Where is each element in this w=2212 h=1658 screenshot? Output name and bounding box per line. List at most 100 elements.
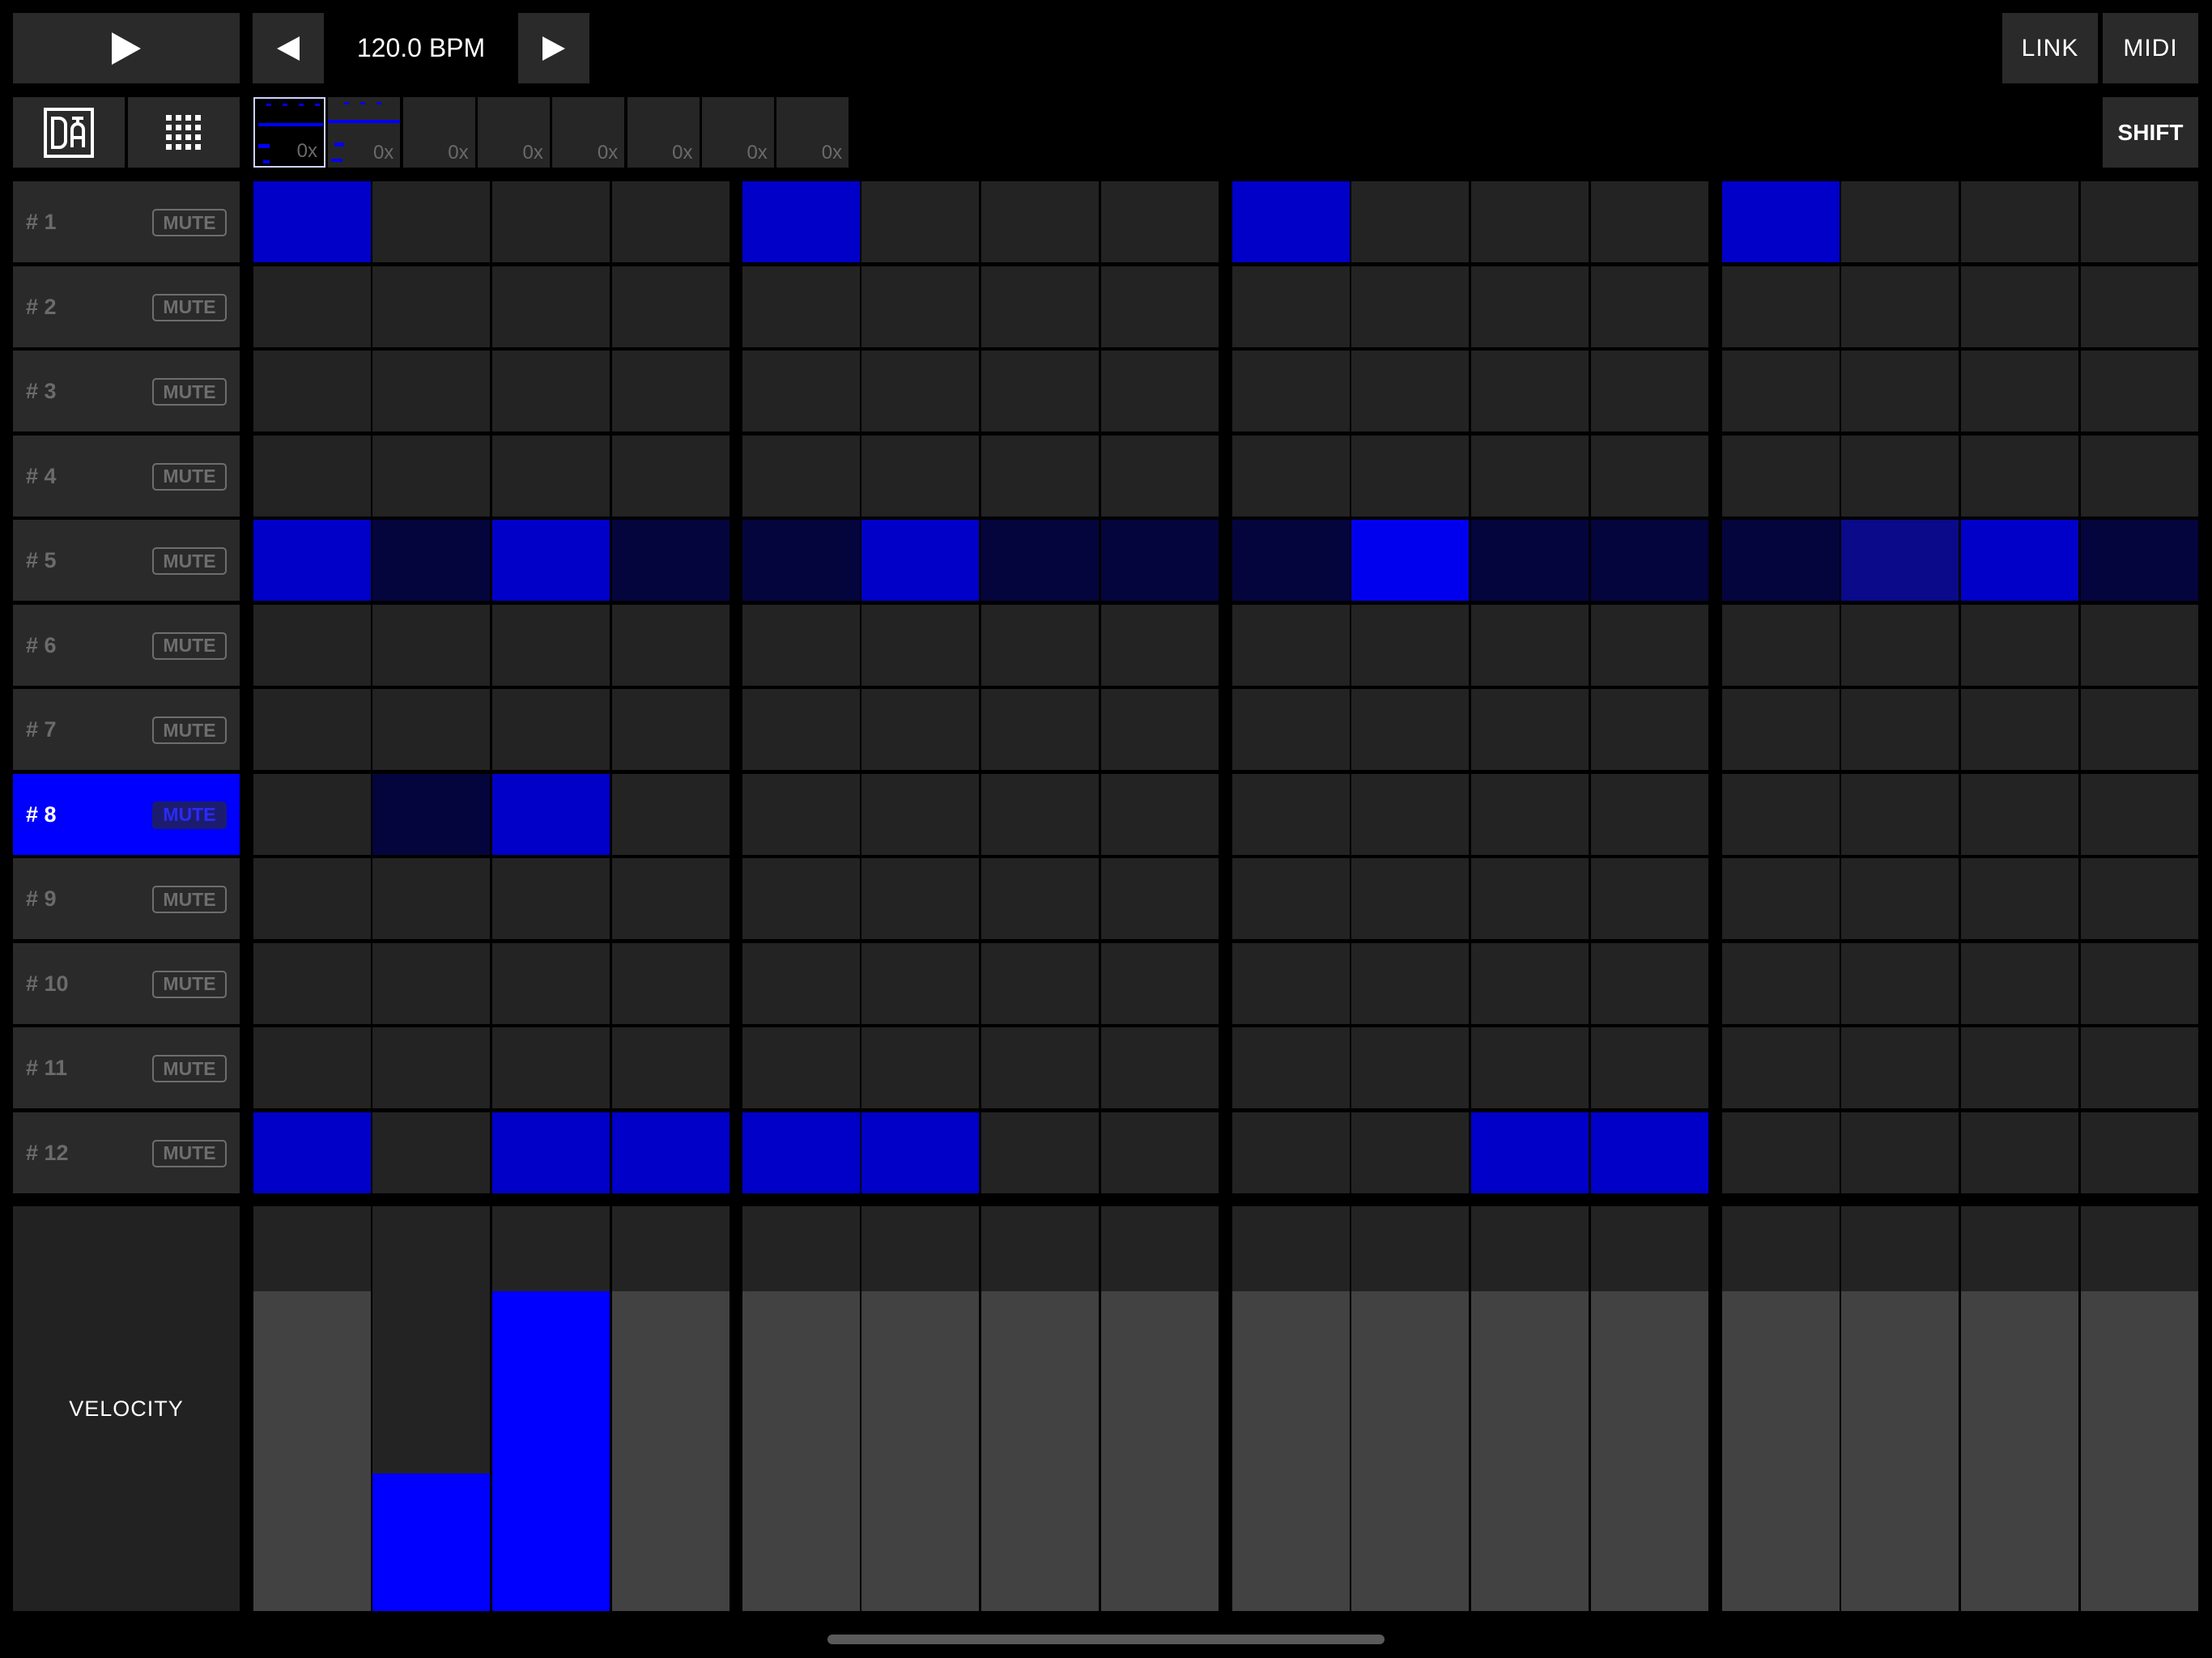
step-cell[interactable] — [1841, 604, 1959, 686]
step-cell[interactable] — [1101, 773, 1219, 855]
step-cell[interactable] — [1101, 1112, 1219, 1193]
step-cell[interactable] — [1961, 520, 2078, 601]
step-cell[interactable] — [2081, 351, 2198, 432]
step-cell[interactable] — [1101, 520, 1219, 601]
step-cell[interactable] — [1351, 435, 1469, 517]
step-cell[interactable] — [981, 1112, 1099, 1193]
step-cell[interactable] — [981, 689, 1099, 770]
step-cell[interactable] — [492, 1112, 610, 1193]
step-cell[interactable] — [861, 351, 979, 432]
velocity-step[interactable] — [981, 1206, 1099, 1611]
track-row-5[interactable]: # 5 MUTE — [13, 520, 240, 601]
step-cell[interactable] — [1722, 858, 1840, 939]
velocity-step[interactable] — [612, 1206, 730, 1611]
step-cell[interactable] — [1471, 1027, 1589, 1108]
track-row-9[interactable]: # 9 MUTE — [13, 858, 240, 939]
mute-button[interactable]: MUTE — [152, 293, 227, 321]
velocity-step[interactable] — [372, 1206, 490, 1611]
step-cell[interactable] — [1961, 773, 2078, 855]
midi-button[interactable]: MIDI — [2103, 13, 2198, 83]
step-cell[interactable] — [1471, 858, 1589, 939]
step-cell[interactable] — [1351, 1027, 1469, 1108]
step-cell[interactable] — [2081, 942, 2198, 1024]
step-cell[interactable] — [1591, 689, 1708, 770]
step-cell[interactable] — [372, 520, 490, 601]
step-cell[interactable] — [612, 181, 730, 262]
play-button[interactable] — [13, 13, 240, 83]
step-cell[interactable] — [612, 1027, 730, 1108]
step-cell[interactable] — [1591, 942, 1708, 1024]
step-cell[interactable] — [861, 181, 979, 262]
velocity-step[interactable] — [1591, 1206, 1708, 1611]
pattern-slot-6[interactable]: 0x — [627, 97, 700, 168]
step-cell[interactable] — [1961, 942, 2078, 1024]
app-logo-button[interactable] — [13, 97, 125, 168]
velocity-step[interactable] — [253, 1206, 371, 1611]
pattern-slot-1[interactable]: 0x — [253, 97, 325, 168]
step-cell[interactable] — [1961, 1027, 2078, 1108]
step-cell[interactable] — [1351, 773, 1469, 855]
track-row-4[interactable]: # 4 MUTE — [13, 435, 240, 517]
velocity-step[interactable] — [742, 1206, 860, 1611]
shift-button[interactable]: SHIFT — [2103, 97, 2198, 168]
step-cell[interactable] — [372, 773, 490, 855]
step-cell[interactable] — [742, 351, 860, 432]
track-row-8[interactable]: # 8 MUTE — [13, 773, 240, 855]
step-cell[interactable] — [1591, 266, 1708, 347]
step-cell[interactable] — [492, 604, 610, 686]
step-cell[interactable] — [1591, 604, 1708, 686]
step-cell[interactable] — [1722, 689, 1840, 770]
step-cell[interactable] — [1841, 1112, 1959, 1193]
step-cell[interactable] — [612, 435, 730, 517]
step-cell[interactable] — [981, 773, 1099, 855]
step-cell[interactable] — [253, 604, 371, 686]
step-cell[interactable] — [1101, 942, 1219, 1024]
step-cell[interactable] — [253, 520, 371, 601]
step-cell[interactable] — [372, 181, 490, 262]
step-cell[interactable] — [1101, 689, 1219, 770]
step-cell[interactable] — [1841, 858, 1959, 939]
step-cell[interactable] — [742, 181, 860, 262]
step-cell[interactable] — [1232, 689, 1350, 770]
step-cell[interactable] — [2081, 435, 2198, 517]
step-cell[interactable] — [1232, 351, 1350, 432]
step-cell[interactable] — [372, 858, 490, 939]
step-cell[interactable] — [1232, 858, 1350, 939]
step-cell[interactable] — [1101, 604, 1219, 686]
step-cell[interactable] — [1471, 942, 1589, 1024]
step-cell[interactable] — [1722, 942, 1840, 1024]
step-cell[interactable] — [981, 181, 1099, 262]
step-cell[interactable] — [861, 435, 979, 517]
pattern-slot-4[interactable]: 0x — [477, 97, 550, 168]
step-cell[interactable] — [1101, 435, 1219, 517]
pattern-slot-7[interactable]: 0x — [701, 97, 774, 168]
step-cell[interactable] — [1471, 266, 1589, 347]
step-cell[interactable] — [492, 689, 610, 770]
step-cell[interactable] — [1471, 689, 1589, 770]
step-cell[interactable] — [253, 1027, 371, 1108]
step-cell[interactable] — [1722, 1027, 1840, 1108]
step-cell[interactable] — [1841, 266, 1959, 347]
step-cell[interactable] — [612, 773, 730, 855]
step-cell[interactable] — [1471, 520, 1589, 601]
step-cell[interactable] — [981, 435, 1099, 517]
step-cell[interactable] — [1722, 520, 1840, 601]
step-cell[interactable] — [492, 773, 610, 855]
step-cell[interactable] — [1722, 1112, 1840, 1193]
track-row-7[interactable]: # 7 MUTE — [13, 689, 240, 770]
step-cell[interactable] — [1841, 773, 1959, 855]
mute-button[interactable]: MUTE — [152, 631, 227, 660]
step-cell[interactable] — [1351, 1112, 1469, 1193]
step-cell[interactable] — [1722, 181, 1840, 262]
step-cell[interactable] — [2081, 604, 2198, 686]
step-cell[interactable] — [1591, 520, 1708, 601]
step-cell[interactable] — [2081, 1027, 2198, 1108]
track-row-2[interactable]: # 2 MUTE — [13, 266, 240, 347]
tempo-increase-button[interactable] — [518, 13, 589, 83]
step-cell[interactable] — [981, 1027, 1099, 1108]
step-cell[interactable] — [492, 858, 610, 939]
step-cell[interactable] — [981, 858, 1099, 939]
step-cell[interactable] — [612, 1112, 730, 1193]
step-cell[interactable] — [742, 1112, 860, 1193]
mute-button[interactable]: MUTE — [152, 886, 227, 913]
